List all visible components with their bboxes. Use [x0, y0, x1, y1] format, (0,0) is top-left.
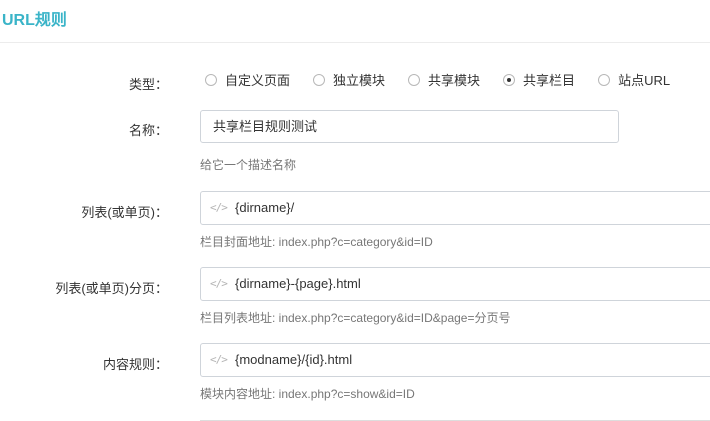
radio-circle: [205, 74, 217, 86]
radio-circle-checked: [503, 74, 516, 86]
list-input[interactable]: </> {dirname}/: [200, 191, 710, 225]
radio-label: 共享模块: [428, 73, 481, 88]
name-row: 名称： 共享栏目规则测试 给它一个描述名称: [0, 110, 710, 180]
radio-label: 共享栏目: [523, 73, 576, 88]
list-page-label: 列表(或单页)分页：: [55, 281, 168, 296]
list-page-row: 列表(或单页)分页： </> {dirname}-{page}.html 栏目列…: [0, 267, 710, 327]
radio-label: 独立模块: [333, 73, 386, 88]
list-label: 列表(或单页)：: [81, 205, 168, 220]
radio-label: 站点URL: [618, 73, 671, 88]
list-row: 列表(或单页)： </> {dirname}/ 栏目封面地址: index.ph…: [0, 191, 710, 251]
list-page-input[interactable]: </> {dirname}-{page}.html: [200, 267, 710, 301]
page-title: URL规则: [2, 12, 67, 29]
radio-circle: [598, 74, 611, 86]
type-row: 类型： 自定义页面 独立模块 共享模块 共享栏目 站点URL: [0, 73, 710, 92]
radio-circle: [313, 74, 326, 86]
content-help: 模块内容地址: index.php?c=show&id=ID: [200, 387, 415, 401]
list-input-value: {dirname}/: [235, 200, 295, 215]
name-help: 给它一个描述名称: [200, 158, 297, 172]
radio-shared-column[interactable]: 共享栏目: [503, 73, 575, 89]
radio-site-url[interactable]: 站点URL: [598, 73, 670, 89]
list-help: 栏目封面地址: index.php?c=category&id=ID: [200, 235, 433, 249]
content-label: 内容规则：: [102, 357, 168, 372]
radio-custom-page[interactable]: 自定义页面: [205, 73, 290, 89]
code-icon: </>: [210, 277, 228, 290]
content-row: 内容规则： </> {modname}/{id}.html 模块内容地址: in…: [0, 343, 710, 403]
radio-label: 自定义页面: [225, 73, 291, 88]
content-input[interactable]: </> {modname}/{id}.html: [200, 343, 710, 377]
type-label: 类型：: [128, 77, 168, 92]
content-input-value: {modname}/{id}.html: [235, 352, 353, 367]
radio-shared-module[interactable]: 共享模块: [408, 73, 480, 89]
radio-circle: [408, 74, 421, 86]
radio-standalone-module[interactable]: 独立模块: [313, 73, 385, 89]
name-input[interactable]: 共享栏目规则测试: [200, 110, 619, 143]
list-page-input-value: {dirname}-{page}.html: [235, 276, 361, 291]
page-header: URL规则: [0, 0, 710, 43]
type-radio-group: 自定义页面 独立模块 共享模块 共享栏目 站点URL: [205, 73, 670, 89]
name-label: 名称：: [128, 123, 168, 138]
list-page-help: 栏目列表地址: index.php?c=category&id=ID&page=…: [200, 311, 511, 325]
code-icon: </>: [210, 353, 228, 366]
code-icon: </>: [210, 201, 228, 214]
